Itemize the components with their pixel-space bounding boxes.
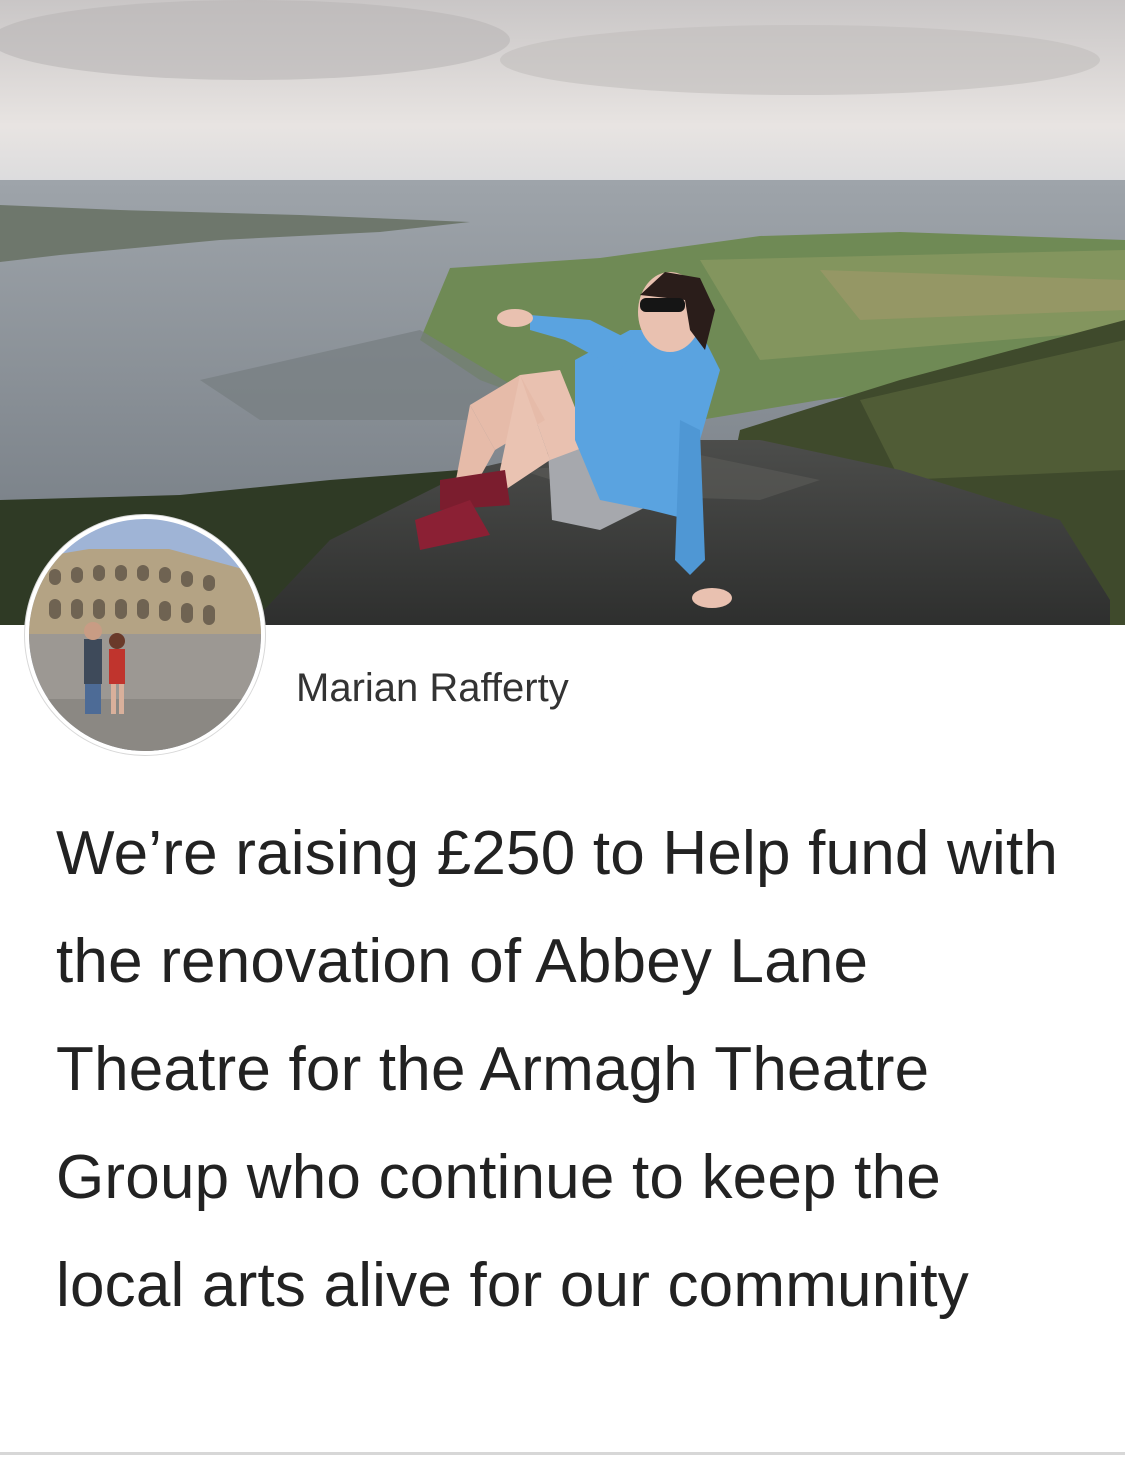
divider [0,1452,1125,1455]
fundraiser-title: We’re raising £250 to Help fund with the… [56,819,1059,1320]
avatar-photo-icon [29,519,261,751]
creator-name[interactable]: Marian Rafferty [296,664,569,712]
creator-avatar[interactable] [25,515,265,755]
